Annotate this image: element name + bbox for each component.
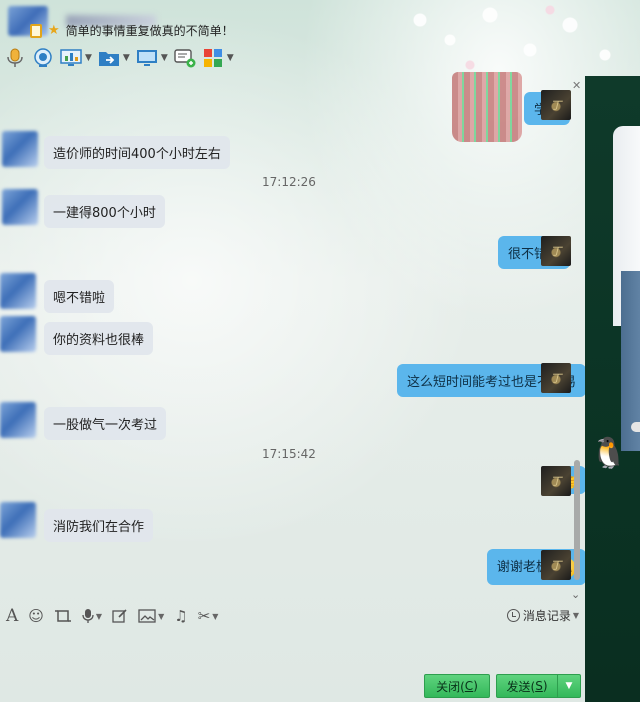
edit-icon[interactable]	[112, 608, 128, 624]
message-timestamp: 17:12:26	[262, 175, 316, 189]
microphone-icon	[4, 47, 26, 69]
font-icon[interactable]: A	[6, 606, 18, 626]
my-avatar[interactable]: 丁	[541, 466, 571, 496]
chevron-down-icon[interactable]: ▼	[123, 53, 130, 63]
my-avatar[interactable]: 丁	[541, 363, 571, 393]
message-outgoing: 谢谢老板	[486, 549, 586, 585]
send-button-prefix: 发送(	[506, 679, 536, 694]
send-button-key: S	[535, 679, 543, 693]
message-bubble: 嗯不错啦	[44, 280, 115, 313]
contact-signature: 简单的事情重复做真的不简单！	[65, 24, 234, 38]
message-bubble: 你的资料也很棒	[44, 322, 154, 355]
music-icon[interactable]: ♫	[174, 607, 187, 625]
input-tools: A ☺ ▼ ▼ ♫ ✂ ▼	[6, 606, 218, 626]
screen-share-icon	[60, 47, 82, 69]
chevron-down-icon[interactable]: ▼	[85, 53, 92, 63]
apps-button[interactable]: ▼	[202, 46, 234, 70]
chevron-down-icon[interactable]: ▼	[227, 53, 234, 63]
chat-header: ★ 简单的事情重复做真的不简单！ ▼ ▼ ▼ ▼	[0, 0, 640, 78]
scissors-button[interactable]: ✂ ▼	[198, 607, 219, 625]
message-bubble: 造价师的时间400个小时左右	[44, 136, 230, 169]
close-button[interactable]: 关闭(C)	[424, 674, 490, 698]
screenshot-icon[interactable]	[54, 608, 72, 624]
clock-icon	[506, 609, 520, 622]
screen-share-button[interactable]: ▼	[60, 46, 92, 70]
send-button[interactable]: 发送(S)	[496, 674, 558, 698]
webcam-icon	[32, 47, 54, 69]
my-avatar[interactable]: 丁	[541, 236, 571, 266]
message-bubble: 消防我们在合作	[44, 509, 154, 542]
send-file-icon	[98, 47, 120, 69]
input-toolbar: A ☺ ▼ ▼ ♫ ✂ ▼ 消息记录 ▼	[0, 598, 585, 634]
message-incoming: 你的资料也很棒	[44, 322, 154, 355]
my-avatar[interactable]: 丁	[541, 90, 571, 120]
contact-avatar[interactable]	[0, 502, 36, 538]
side-show-panel	[585, 76, 640, 702]
chat-toolbar: ▼ ▼ ▼ ▼	[4, 46, 234, 70]
message-history-button[interactable]: 消息记录 ▼	[506, 607, 579, 624]
history-label: 消息记录	[522, 609, 571, 623]
remote-desktop-icon	[136, 47, 158, 69]
message-timestamp: 17:15:42	[262, 447, 316, 461]
chevron-down-icon: ▼	[572, 611, 579, 620]
remote-desktop-button[interactable]: ▼	[136, 46, 168, 70]
chevron-down-icon[interactable]: ▼	[212, 612, 218, 621]
chevron-down-icon: ▼	[565, 681, 573, 691]
message-incoming: 嗯不错啦	[44, 280, 115, 313]
voice-message-button[interactable]: ▼	[82, 608, 102, 624]
contact-avatar[interactable]	[2, 189, 38, 225]
message-incoming: 造价师的时间400个小时左右	[44, 136, 230, 169]
apps-icon	[202, 47, 224, 69]
my-avatar[interactable]: 丁	[541, 550, 571, 580]
message-incoming: 一股做气一次考过	[44, 407, 167, 440]
message-input-area[interactable]	[0, 634, 585, 668]
voice-call-button[interactable]	[4, 46, 26, 70]
message-incoming: 一建得800个小时	[44, 195, 165, 228]
message-scrollbar[interactable]	[574, 460, 580, 580]
signature-row: ★ 简单的事情重复做真的不简单！	[30, 22, 234, 39]
send-button-suffix: )	[542, 679, 548, 693]
mobile-online-icon	[30, 23, 42, 38]
contact-avatar[interactable]	[0, 316, 36, 352]
chevron-down-icon[interactable]: ▼	[96, 612, 102, 621]
message-bubble: 一股做气一次考过	[44, 407, 167, 440]
person-figure-shoe	[631, 422, 640, 432]
video-call-button[interactable]	[32, 46, 54, 70]
new-discussion-icon	[174, 47, 196, 69]
send-options-button[interactable]: ▼	[557, 674, 581, 698]
message-bubble: 一建得800个小时	[44, 195, 165, 228]
message-bubble: 谢谢老板	[486, 549, 586, 585]
new-discussion-button[interactable]	[174, 46, 196, 70]
send-file-button[interactable]: ▼	[98, 46, 130, 70]
close-button-suffix: )	[473, 679, 478, 693]
contact-avatar[interactable]	[2, 131, 38, 167]
chevron-down-icon[interactable]: ▼	[158, 612, 164, 621]
contact-avatar[interactable]	[0, 273, 36, 309]
close-button-prefix: 关闭(	[436, 679, 465, 694]
close-button-key: C	[464, 679, 474, 693]
chevron-down-icon[interactable]: ▼	[161, 53, 168, 63]
contact-avatar[interactable]	[0, 402, 36, 438]
emoji-icon[interactable]: ☺	[28, 607, 44, 625]
message-incoming: 消防我们在合作	[44, 509, 154, 542]
qq-penguin-icon[interactable]: 🐧	[590, 436, 627, 471]
image-button[interactable]: ▼	[138, 608, 164, 624]
star-icon: ★	[48, 23, 60, 38]
